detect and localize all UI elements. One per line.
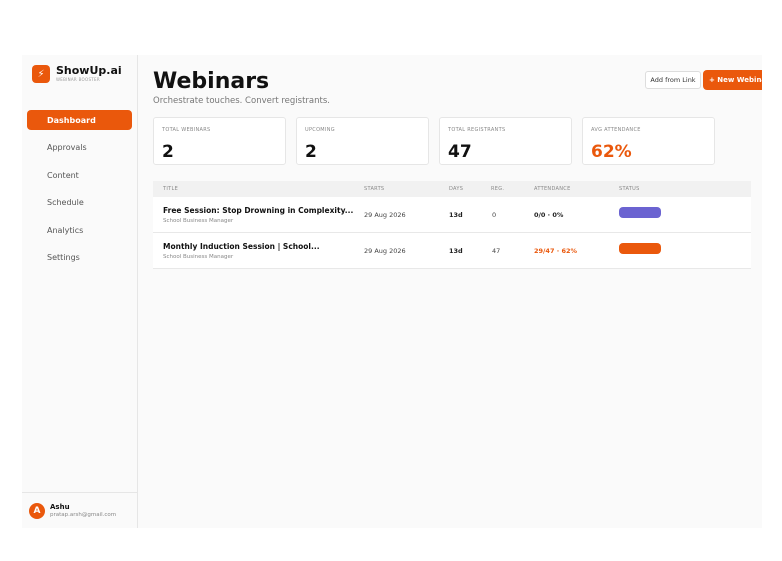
column-header-reg[interactable]: REG. bbox=[491, 186, 504, 192]
sidebar-nav: Dashboard Approvals Content Schedule Ana… bbox=[27, 110, 132, 275]
webinar-subtitle: School Business Manager bbox=[163, 218, 234, 224]
sidebar-item-approvals[interactable]: Approvals bbox=[27, 138, 132, 158]
webinar-attendance: 0/0 · 0% bbox=[534, 211, 564, 219]
webinar-subtitle: School Business Manager bbox=[163, 254, 234, 260]
stat-card-upcoming: UPCOMING 2 bbox=[296, 117, 429, 165]
new-webinar-button[interactable]: + New Webinar bbox=[703, 70, 762, 90]
user-name: Ashu bbox=[50, 502, 70, 511]
column-header-attendance[interactable]: ATTENDANCE bbox=[534, 186, 571, 192]
webinar-starts: 29 Aug 2026 bbox=[364, 211, 406, 219]
sidebar: ⚡ ShowUp.ai WEBINAR BOOSTER Dashboard Ap… bbox=[22, 55, 138, 528]
bolt-icon: ⚡ bbox=[32, 65, 50, 83]
webinar-days: 13d bbox=[449, 211, 463, 219]
stat-label: TOTAL WEBINARS bbox=[162, 127, 211, 133]
add-from-link-button[interactable]: Add from Link bbox=[645, 71, 701, 89]
stat-label: TOTAL REGISTRANTS bbox=[448, 127, 506, 133]
webinar-title[interactable]: Monthly Induction Session | School... bbox=[163, 242, 320, 251]
brand-name: ShowUp.ai bbox=[56, 64, 122, 77]
stat-value: 47 bbox=[448, 142, 472, 162]
user-profile[interactable]: A Ashu pratap.arsh@gmail.com bbox=[22, 492, 138, 528]
stat-card-avg-attendance: AVG ATTENDANCE 62% bbox=[582, 117, 715, 165]
stat-value: 62% bbox=[591, 142, 632, 162]
app-frame: ⚡ ShowUp.ai WEBINAR BOOSTER Dashboard Ap… bbox=[22, 55, 762, 528]
sidebar-item-content[interactable]: Content bbox=[27, 165, 132, 185]
webinar-reg: 0 bbox=[492, 211, 497, 219]
sidebar-item-schedule[interactable]: Schedule bbox=[27, 193, 132, 213]
stat-card-total-registrants: TOTAL REGISTRANTS 47 bbox=[439, 117, 572, 165]
stat-label: UPCOMING bbox=[305, 127, 335, 133]
column-header-title[interactable]: TITLE bbox=[163, 186, 178, 192]
table-row[interactable]: Monthly Induction Session | School... Sc… bbox=[153, 233, 751, 269]
webinar-title[interactable]: Free Session: Stop Drowning in Complexit… bbox=[163, 206, 353, 215]
table-header: TITLE STARTS DAYS REG. ATTENDANCE STATUS bbox=[153, 181, 751, 197]
column-header-days[interactable]: DAYS bbox=[449, 186, 463, 192]
sidebar-item-analytics[interactable]: Analytics bbox=[27, 220, 132, 240]
page-subtitle: Orchestrate touches. Convert registrants… bbox=[153, 96, 330, 106]
avatar: A bbox=[29, 502, 45, 519]
column-header-starts[interactable]: STARTS bbox=[364, 186, 384, 192]
stat-value: 2 bbox=[162, 142, 174, 162]
sidebar-item-dashboard[interactable]: Dashboard bbox=[27, 110, 132, 130]
status-badge bbox=[619, 207, 661, 218]
column-header-status[interactable]: STATUS bbox=[619, 186, 640, 192]
stat-value: 2 bbox=[305, 142, 317, 162]
webinars-table: TITLE STARTS DAYS REG. ATTENDANCE STATUS… bbox=[153, 181, 751, 269]
brand[interactable]: ⚡ ShowUp.ai WEBINAR BOOSTER bbox=[32, 65, 122, 83]
table-row[interactable]: Free Session: Stop Drowning in Complexit… bbox=[153, 197, 751, 233]
status-badge bbox=[619, 243, 661, 254]
sidebar-item-settings[interactable]: Settings bbox=[27, 248, 132, 268]
page-title: Webinars bbox=[153, 69, 270, 94]
stat-label: AVG ATTENDANCE bbox=[591, 127, 641, 133]
stat-card-total-webinars: TOTAL WEBINARS 2 bbox=[153, 117, 286, 165]
brand-tagline: WEBINAR BOOSTER bbox=[56, 77, 100, 82]
main-content: Webinars Orchestrate touches. Convert re… bbox=[153, 55, 762, 528]
webinar-days: 13d bbox=[449, 247, 463, 255]
webinar-attendance: 29/47 · 62% bbox=[534, 247, 578, 255]
user-email: pratap.arsh@gmail.com bbox=[50, 511, 117, 518]
webinar-reg: 47 bbox=[492, 247, 501, 255]
webinar-starts: 29 Aug 2026 bbox=[364, 247, 406, 255]
